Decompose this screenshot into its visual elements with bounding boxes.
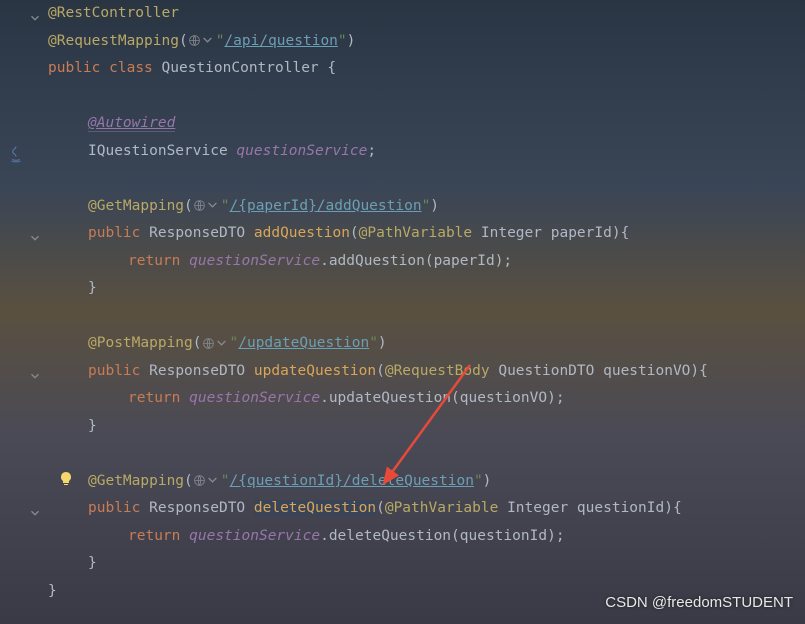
fold-icon[interactable] (28, 8, 42, 22)
annotation: @GetMapping (88, 198, 184, 214)
code-line: @Autowired (48, 110, 805, 138)
lightbulb-icon[interactable] (58, 470, 74, 486)
java-file-icon (6, 144, 26, 164)
watermark: CSDN @freedomSTUDENT (605, 589, 793, 617)
code-line: return questionService.deleteQuestion(qu… (48, 523, 805, 551)
globe-icon[interactable] (188, 34, 214, 47)
code-line: IQuestionService questionService; (48, 138, 805, 166)
code-line: public ResponseDTO updateQuestion(@Reque… (48, 358, 805, 386)
annotation: @RequestMapping (48, 33, 179, 49)
fold-icon[interactable] (28, 366, 42, 380)
gutter (0, 0, 44, 605)
fold-icon[interactable] (28, 228, 42, 242)
code-line: public ResponseDTO addQuestion(@PathVari… (48, 220, 805, 248)
annotation: @PostMapping (88, 335, 193, 351)
annotation: @Autowired (88, 115, 175, 132)
code-line: return questionService.updateQuestion(qu… (48, 385, 805, 413)
code-line: @PostMapping("/updateQuestion") (48, 330, 805, 358)
globe-icon[interactable] (193, 474, 219, 487)
url-path[interactable]: /api/question (224, 33, 338, 49)
annotation: @RestController (48, 5, 179, 21)
url-path[interactable]: /{questionId}/deleteQuestion (230, 473, 474, 489)
fold-icon[interactable] (28, 503, 42, 517)
globe-icon[interactable] (193, 199, 219, 212)
code-line: @RequestMapping("/api/question") (48, 28, 805, 56)
globe-icon[interactable] (202, 337, 228, 350)
url-path[interactable]: /updateQuestion (238, 335, 369, 351)
method-name: deleteQuestion (254, 500, 376, 516)
code-line: return questionService.addQuestion(paper… (48, 248, 805, 276)
annotation: @GetMapping (88, 473, 184, 489)
code-line: @RestController (48, 0, 805, 28)
class-name: QuestionController (162, 60, 319, 76)
method-name: updateQuestion (254, 363, 376, 379)
code-line: public ResponseDTO deleteQuestion(@PathV… (48, 495, 805, 523)
code-line: @GetMapping("/{questionId}/deleteQuestio… (48, 468, 805, 496)
field-name: questionService (236, 143, 367, 159)
method-name: addQuestion (254, 225, 350, 241)
code-line: public class QuestionController { (48, 55, 805, 83)
code-line: } (48, 550, 805, 578)
code-line: @GetMapping("/{paperId}/addQuestion") (48, 193, 805, 221)
code-line: } (48, 413, 805, 441)
code-line: } (48, 275, 805, 303)
url-path[interactable]: /{paperId}/addQuestion (230, 198, 422, 214)
code-editor[interactable]: @RestController @RequestMapping("/api/qu… (0, 0, 805, 605)
